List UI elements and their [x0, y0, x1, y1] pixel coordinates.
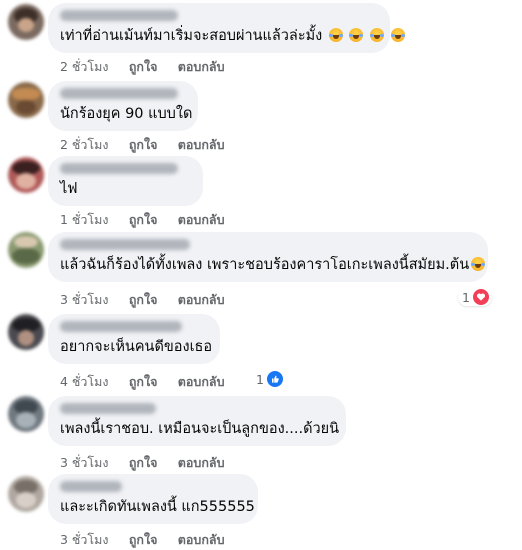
rofl-emoji-icon	[390, 28, 405, 42]
comment-actions: 3 ชั่วโมง ถูกใจ ตอบกลับ	[60, 530, 241, 550]
comment-actions: 1 ชั่วโมง ถูกใจ ตอบกลับ	[60, 210, 241, 230]
reply-button[interactable]: ตอบกลับ	[178, 455, 225, 470]
comment-actions: 3 ชั่วโมง ถูกใจ ตอบกลับ	[60, 453, 241, 473]
comment-actions: 4 ชั่วโมง ถูกใจ ตอบกลับ	[60, 372, 241, 392]
comment-bubble: ไฟ	[48, 156, 203, 206]
comment-bubble: เท่าที่อ่านเม้นท์มาเริ่มจะสอบผ่านแล้วล่ะ…	[48, 3, 405, 53]
comment-text: แล้วฉันก็ร้องได้ทั้งเพลง เพราะชอบร้องคาร…	[60, 255, 486, 277]
reply-button[interactable]: ตอบกลับ	[178, 59, 225, 74]
reaction-count[interactable]: 1	[252, 370, 286, 388]
love-reaction-icon	[472, 289, 489, 305]
author-name[interactable]	[60, 239, 190, 250]
comment-time[interactable]: 3 ชั่วโมง	[60, 455, 109, 470]
avatar[interactable]	[8, 157, 44, 193]
reply-button[interactable]: ตอบกลับ	[178, 137, 225, 152]
comment-actions: 2 ชั่วโมง ถูกใจ ตอบกลับ	[60, 135, 241, 155]
author-name[interactable]	[60, 88, 178, 99]
comment-bubble: แล้วฉันก็ร้องได้ทั้งเพลง เพราะชอบร้องคาร…	[48, 232, 488, 282]
comment-bubble: และะเกิดทันเพลงนี้ แก555555	[48, 474, 258, 524]
comment-time[interactable]: 3 ชั่วโมง	[60, 532, 109, 547]
rofl-emoji-icon	[328, 28, 343, 42]
author-name[interactable]	[60, 10, 178, 21]
reaction-count-value: 1	[462, 289, 470, 305]
avatar[interactable]	[8, 232, 44, 268]
comment-time[interactable]: 4 ชั่วโมง	[60, 374, 109, 389]
avatar[interactable]	[8, 82, 44, 118]
comment-text: อยากจะเห็นคนดีของเธอ	[60, 339, 213, 355]
avatar[interactable]	[8, 396, 44, 432]
comment-text: นักร้องยุค 90 แบบใด	[60, 106, 193, 122]
comment-text: เพลงนี้เราชอบ. เหมือนจะเป็นลูกของ....ด้ว…	[60, 421, 340, 437]
comment-actions: 2 ชั่วโมง ถูกใจ ตอบกลับ	[60, 57, 241, 77]
emoji-group	[327, 28, 405, 48]
comment-time[interactable]: 3 ชั่วโมง	[60, 292, 109, 307]
like-button[interactable]: ถูกใจ	[129, 374, 158, 389]
comment-bubble: เพลงนี้เราชอบ. เหมือนจะเป็นลูกของ....ด้ว…	[48, 396, 346, 446]
comment-text: เท่าที่อ่านเม้นท์มาเริ่มจะสอบผ่านแล้วล่ะ…	[60, 26, 405, 48]
avatar[interactable]	[8, 4, 44, 40]
like-button[interactable]: ถูกใจ	[129, 59, 158, 74]
comment-text: และะเกิดทันเพลงนี้ แก555555	[60, 499, 255, 515]
like-reaction-icon	[266, 371, 283, 387]
author-name[interactable]	[60, 403, 156, 414]
avatar[interactable]	[8, 314, 44, 350]
comment-text: ไฟ	[60, 181, 78, 197]
reply-button[interactable]: ตอบกลับ	[178, 532, 225, 547]
like-button[interactable]: ถูกใจ	[129, 292, 158, 307]
reaction-count-value: 1	[256, 371, 264, 387]
author-name[interactable]	[60, 321, 182, 332]
avatar[interactable]	[8, 476, 44, 512]
comment-time[interactable]: 1 ชั่วโมง	[60, 212, 109, 227]
like-button[interactable]: ถูกใจ	[129, 532, 158, 547]
author-name[interactable]	[60, 163, 178, 174]
emoji-group	[469, 257, 486, 277]
author-name[interactable]	[60, 481, 122, 492]
reply-button[interactable]: ตอบกลับ	[178, 212, 225, 227]
rofl-emoji-icon	[349, 28, 364, 42]
reply-button[interactable]: ตอบกลับ	[178, 292, 225, 307]
comment-bubble: นักร้องยุค 90 แบบใด	[48, 81, 198, 131]
comment-bubble: อยากจะเห็นคนดีของเธอ	[48, 314, 220, 364]
like-button[interactable]: ถูกใจ	[129, 455, 158, 470]
like-button[interactable]: ถูกใจ	[129, 137, 158, 152]
rofl-emoji-icon	[471, 257, 486, 271]
reply-button[interactable]: ตอบกลับ	[178, 374, 225, 389]
comment-time[interactable]: 2 ชั่วโมง	[60, 137, 109, 152]
comment-time[interactable]: 2 ชั่วโมง	[60, 59, 109, 74]
rofl-emoji-icon	[370, 28, 385, 42]
reaction-count[interactable]: 1	[458, 288, 492, 306]
like-button[interactable]: ถูกใจ	[129, 212, 158, 227]
comment-actions: 3 ชั่วโมง ถูกใจ ตอบกลับ	[60, 290, 241, 310]
